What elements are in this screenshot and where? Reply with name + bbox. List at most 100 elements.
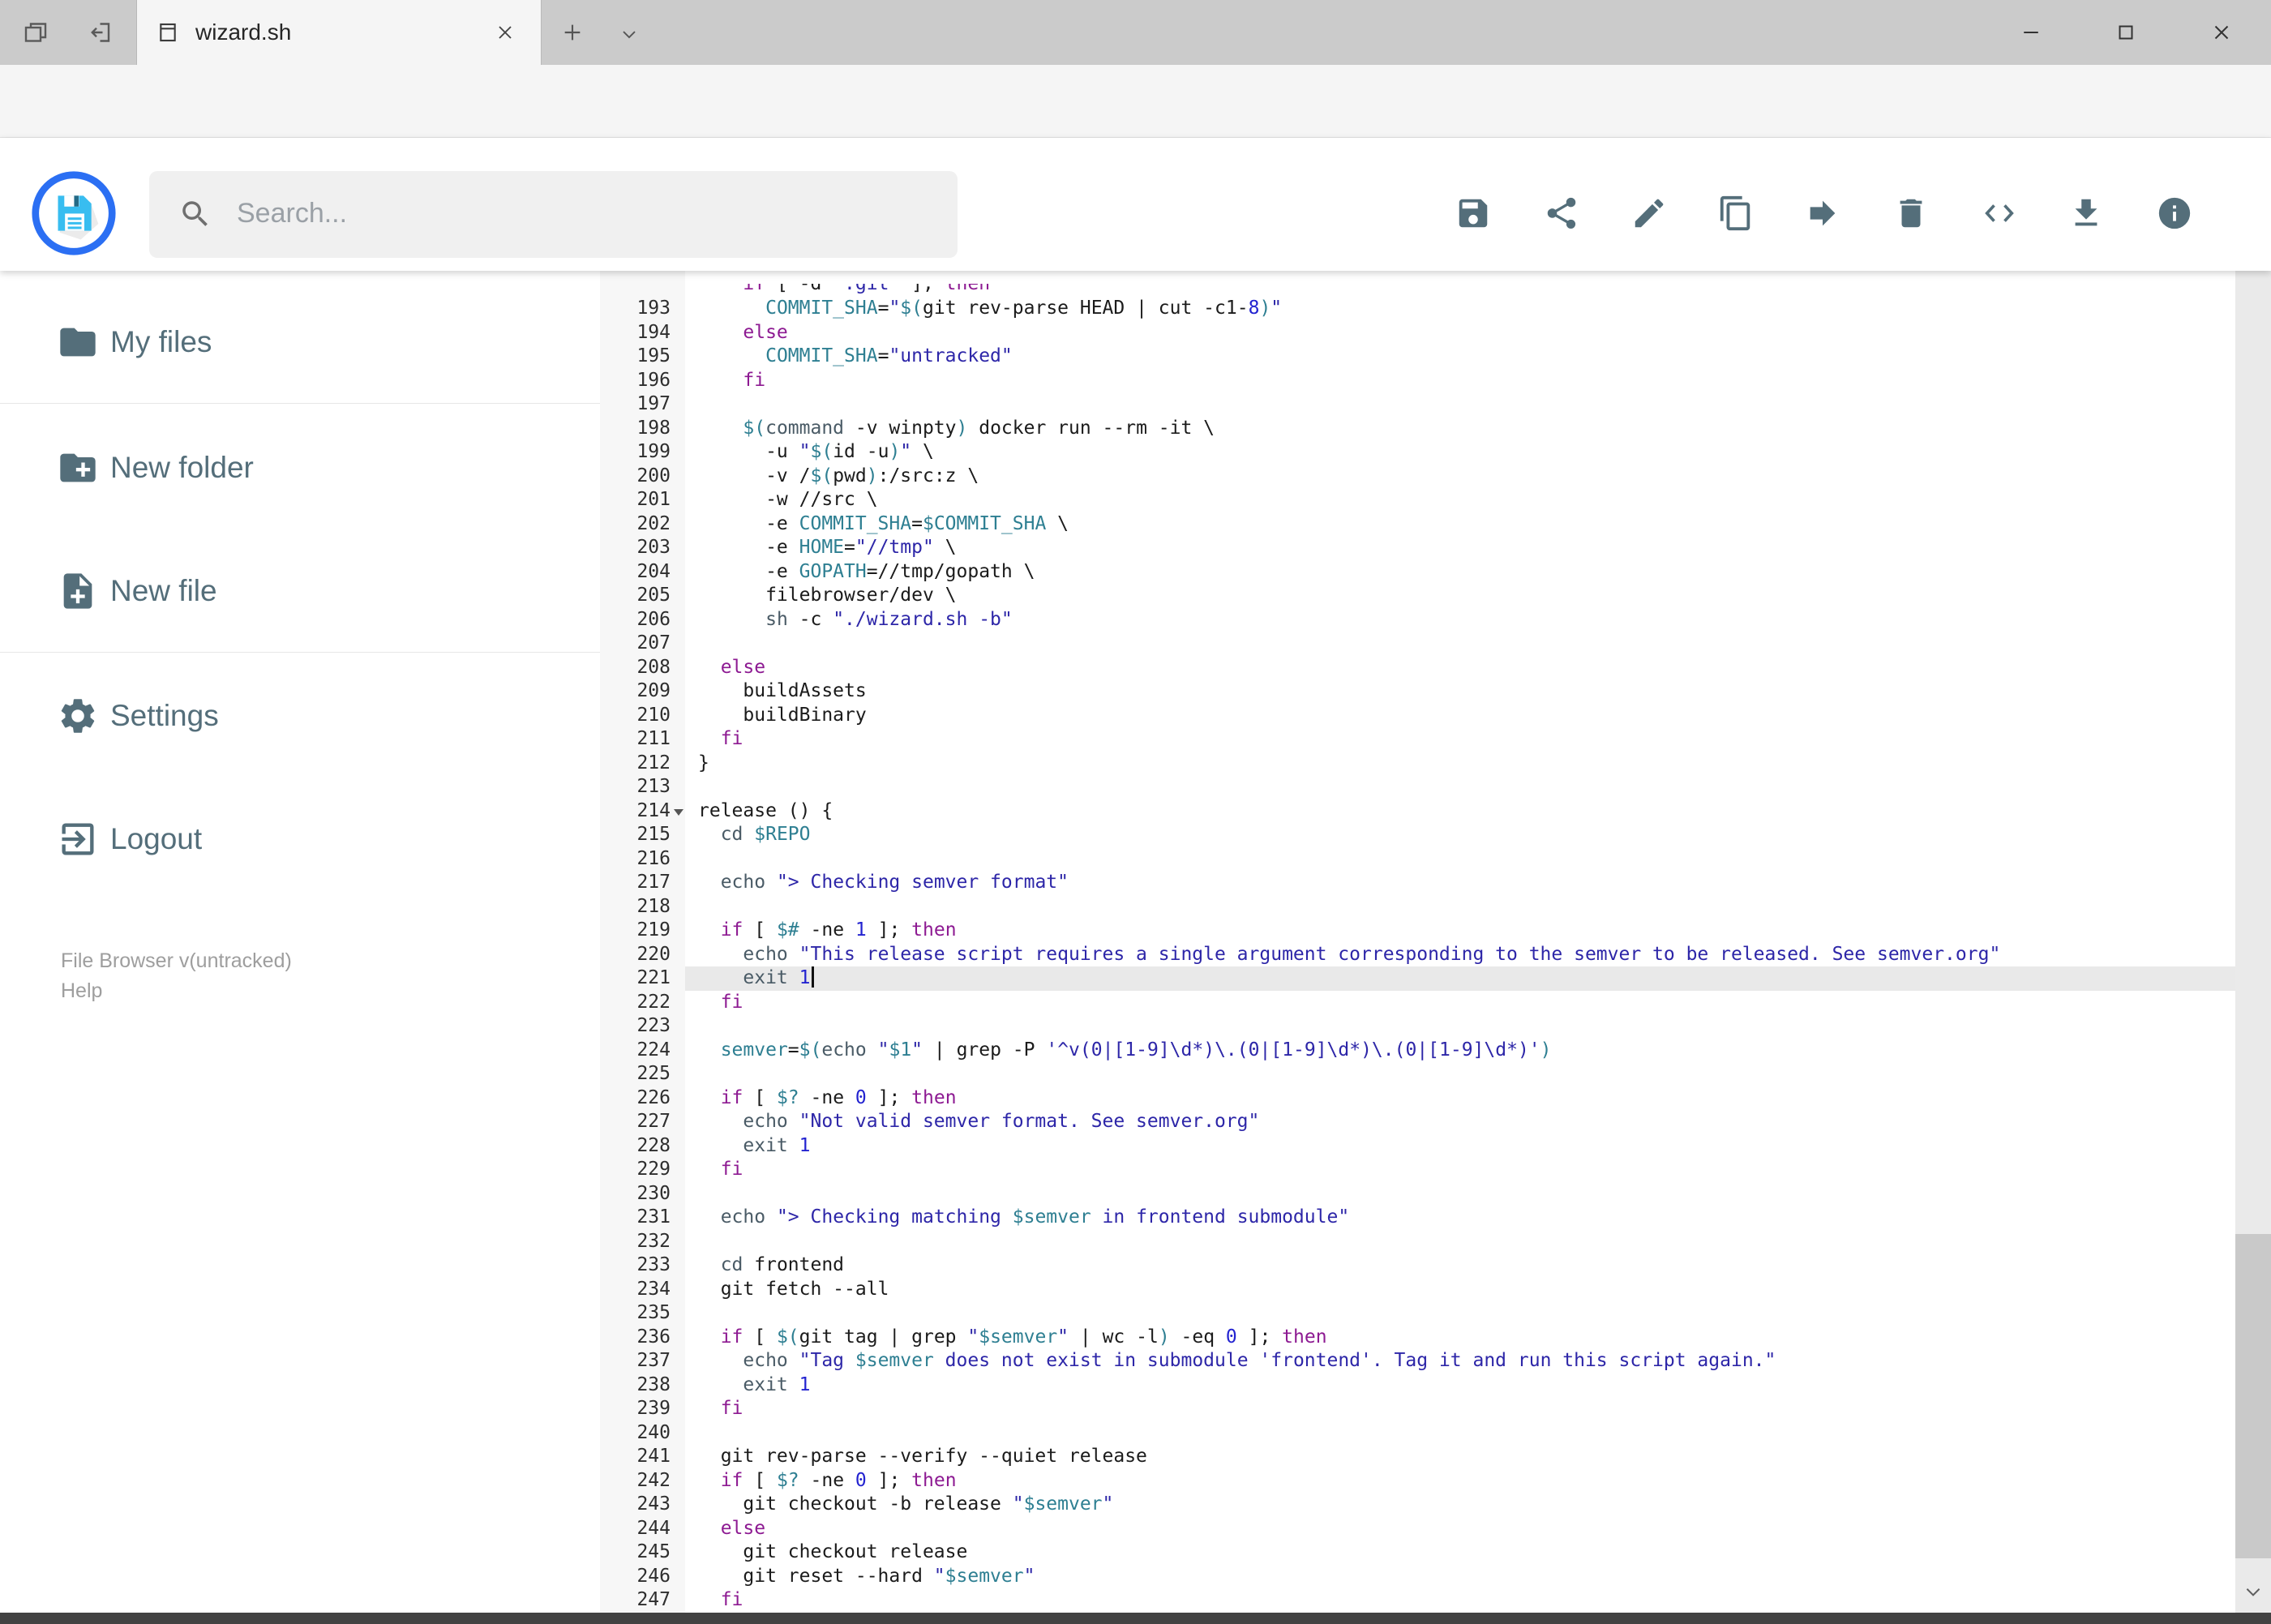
code-editor[interactable]: if [ -d ".git" ]; then 193 COMMIT_SHA="$(… <box>600 271 2235 1613</box>
maximize-icon[interactable] <box>2114 20 2138 45</box>
code-line-196[interactable]: 196 fi <box>600 369 2235 393</box>
save-icon[interactable] <box>1455 195 1492 232</box>
close-window-icon[interactable] <box>2209 20 2234 45</box>
code-text: git rev-parse --verify --quiet release <box>698 1446 1147 1467</box>
sidebar-item-new-file[interactable]: New file <box>0 557 600 625</box>
code-line-239[interactable]: 239 fi <box>600 1397 2235 1421</box>
code-line-229[interactable]: 229 fi <box>600 1158 2235 1182</box>
code-line-221[interactable]: 221 exit 1 <box>600 966 2235 991</box>
code-line-217[interactable]: 217 echo "> Checking semver format" <box>600 871 2235 895</box>
line-number: 224 <box>636 1039 671 1061</box>
code-line-227[interactable]: 227 echo "Not valid semver format. See s… <box>600 1110 2235 1134</box>
code-text: if [ $# -ne 1 ]; then <box>720 919 957 941</box>
code-line-201[interactable]: 201 -w //src \ <box>600 488 2235 512</box>
code-line-198[interactable]: 198 $(command -v winpty) docker run --rm… <box>600 417 2235 441</box>
code-line-242[interactable]: 242 if [ $? -ne 0 ]; then <box>600 1469 2235 1493</box>
code-line-215[interactable]: 215 cd $REPO <box>600 823 2235 847</box>
code-line-223[interactable]: 223 <box>600 1014 2235 1039</box>
fold-arrow-icon[interactable] <box>674 808 683 816</box>
code-line-236[interactable]: 236 if [ $(git tag | grep "$semver" | wc… <box>600 1326 2235 1350</box>
code-line-195[interactable]: 195 COMMIT_SHA="untracked" <box>600 345 2235 369</box>
code-line-202[interactable]: 202 -e COMMIT_SHA=$COMMIT_SHA \ <box>600 512 2235 537</box>
code-line-238[interactable]: 238 exit 1 <box>600 1373 2235 1398</box>
code-line-213[interactable]: 213 <box>600 775 2235 799</box>
code-line-226[interactable]: 226 if [ $? -ne 0 ]; then <box>600 1086 2235 1111</box>
sidebar-item-new-folder[interactable]: New folder <box>0 434 600 502</box>
sidebar-item-settings[interactable]: Settings <box>0 682 600 750</box>
code-line-200[interactable]: 200 -v /$(pwd):/src:z \ <box>600 465 2235 489</box>
code-line-218[interactable]: 218 <box>600 895 2235 919</box>
help-link[interactable]: Help <box>61 977 102 1005</box>
code-line-243[interactable]: 243 git checkout -b release "$semver" <box>600 1493 2235 1517</box>
chevron-down-icon[interactable] <box>618 23 641 45</box>
code-line-210[interactable]: 210 buildBinary <box>600 704 2235 728</box>
code-line-197[interactable]: 197 <box>600 392 2235 417</box>
close-icon[interactable] <box>494 21 516 44</box>
line-number: 202 <box>636 512 671 534</box>
info-icon[interactable] <box>2156 195 2193 232</box>
code-line-247[interactable]: 247 fi <box>600 1588 2235 1613</box>
code-line-204[interactable]: 204 -e GOPATH=//tmp/gopath \ <box>600 560 2235 585</box>
tab-preview-icon[interactable] <box>21 18 50 47</box>
delete-icon[interactable] <box>1892 195 1930 232</box>
line-number: 244 <box>636 1517 671 1539</box>
code-line-192[interactable]: if [ -d ".git" ]; then <box>600 284 2235 295</box>
code-line-225[interactable]: 225 <box>600 1062 2235 1086</box>
raw-code-icon[interactable] <box>1981 195 2018 232</box>
code-line-244[interactable]: 244 else <box>600 1517 2235 1541</box>
browser-tab[interactable]: wizard.sh <box>136 0 542 65</box>
code-line-224[interactable]: 224 semver=$(echo "$1" | grep -P '^v(0|[… <box>600 1039 2235 1063</box>
copy-icon[interactable] <box>1717 195 1755 232</box>
download-icon[interactable] <box>2067 195 2105 232</box>
sidebar-divider <box>0 652 600 653</box>
code-line-216[interactable]: 216 <box>600 847 2235 872</box>
code-line-233[interactable]: 233 cd frontend <box>600 1253 2235 1278</box>
code-line-230[interactable]: 230 <box>600 1182 2235 1206</box>
code-line-199[interactable]: 199 -u "$(id -u)" \ <box>600 440 2235 465</box>
scrollbar-thumb[interactable] <box>2235 1234 2271 1558</box>
code-line-207[interactable]: 207 <box>600 632 2235 656</box>
line-number: 221 <box>636 967 671 988</box>
code-line-206[interactable]: 206 sh -c "./wizard.sh -b" <box>600 608 2235 632</box>
code-line-231[interactable]: 231 echo "> Checking matching $semver in… <box>600 1206 2235 1230</box>
code-line-237[interactable]: 237 echo "Tag $semver does not exist in … <box>600 1349 2235 1373</box>
page-scrollbar[interactable] <box>2235 139 2271 1613</box>
code-line-234[interactable]: 234 git fetch --all <box>600 1278 2235 1302</box>
sidebar-item-logout[interactable]: Logout <box>0 805 600 873</box>
code-line-211[interactable]: 211 fi <box>600 727 2235 752</box>
code-line-209[interactable]: 209 buildAssets <box>600 679 2235 704</box>
code-line-220[interactable]: 220 echo "This release script requires a… <box>600 943 2235 967</box>
move-icon[interactable] <box>1804 195 1841 232</box>
search-input[interactable] <box>235 171 916 256</box>
edit-icon[interactable] <box>1630 195 1668 232</box>
scroll-down-icon[interactable] <box>2243 1581 2264 1602</box>
code-line-203[interactable]: 203 -e HOME="//tmp" \ <box>600 536 2235 560</box>
code-line-241[interactable]: 241 git rev-parse --verify --quiet relea… <box>600 1445 2235 1469</box>
code-line-228[interactable]: 228 exit 1 <box>600 1134 2235 1159</box>
code-line-193[interactable]: 193 COMMIT_SHA="$(git rev-parse HEAD | c… <box>600 297 2235 321</box>
code-line-240[interactable]: 240 <box>600 1421 2235 1446</box>
line-number: 236 <box>636 1326 671 1348</box>
code-line-245[interactable]: 245 git checkout release <box>600 1540 2235 1565</box>
filebrowser-logo-icon[interactable] <box>32 171 116 255</box>
code-line-205[interactable]: 205 filebrowser/dev \ <box>600 584 2235 608</box>
code-line-232[interactable]: 232 <box>600 1230 2235 1254</box>
code-line-222[interactable]: 222 fi <box>600 991 2235 1015</box>
plus-icon[interactable] <box>559 19 585 45</box>
line-number: 210 <box>636 704 671 726</box>
code-line-212[interactable]: 212} <box>600 752 2235 776</box>
sidebar-item-my-files[interactable]: My files <box>0 308 600 376</box>
set-tabs-aside-icon[interactable] <box>84 18 114 47</box>
code-line-235[interactable]: 235 <box>600 1301 2235 1326</box>
code-line-219[interactable]: 219 if [ $# -ne 1 ]; then <box>600 919 2235 943</box>
share-icon[interactable] <box>1543 195 1580 232</box>
code-line-214[interactable]: 214 release () { <box>600 799 2235 824</box>
line-number: 227 <box>636 1111 671 1132</box>
code-line-246[interactable]: 246 git reset --hard "$semver" <box>600 1565 2235 1589</box>
search-box[interactable] <box>149 171 958 258</box>
code-line-208[interactable]: 208 else <box>600 656 2235 680</box>
minimize-icon[interactable] <box>2019 20 2043 45</box>
code-line-194[interactable]: 194 else <box>600 321 2235 345</box>
